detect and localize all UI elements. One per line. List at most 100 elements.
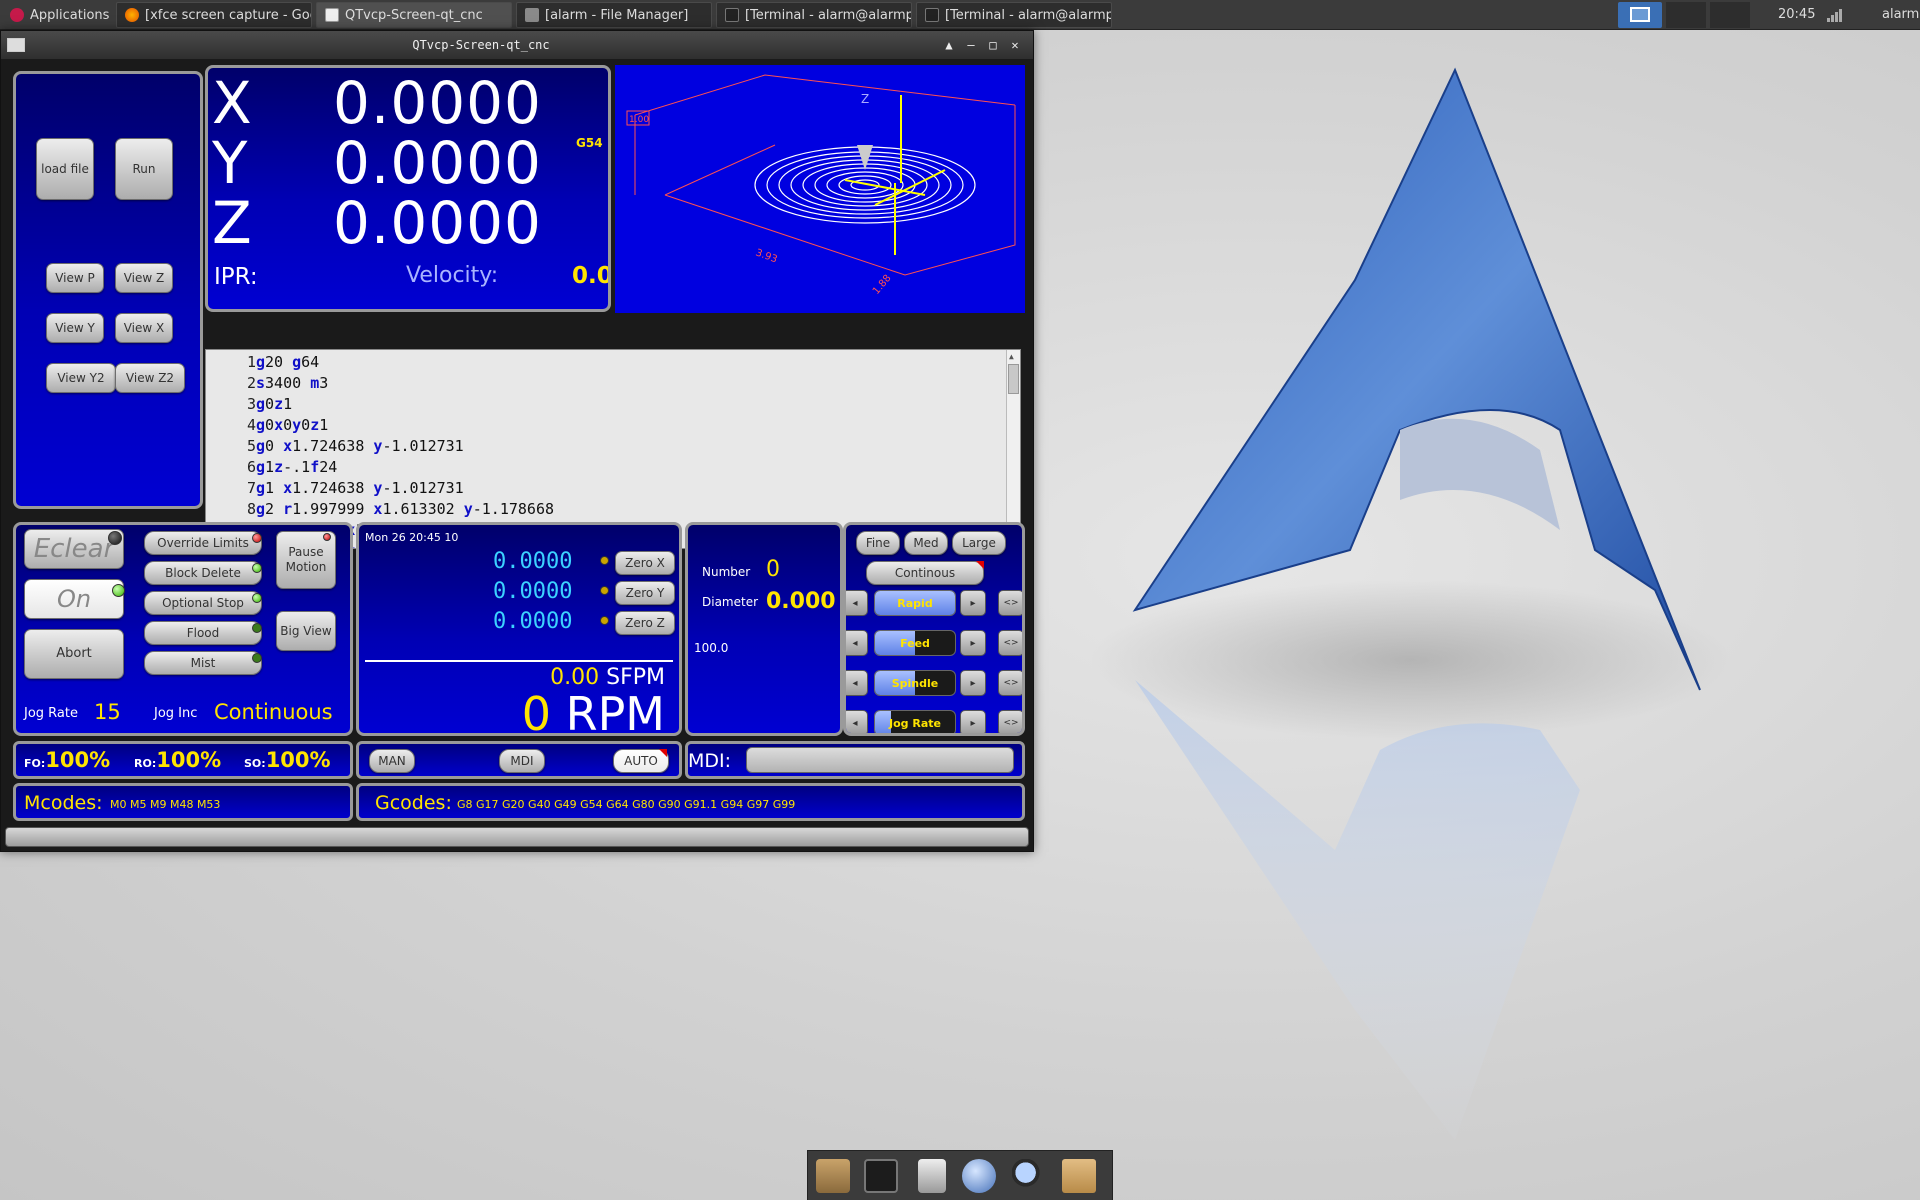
spindle-dec-arrow[interactable]: ◂ [846, 670, 868, 696]
view-y2-button[interactable]: View Y2 [46, 363, 116, 393]
workspace-2[interactable] [1666, 2, 1706, 28]
load-file-button[interactable]: load file [36, 138, 94, 200]
scroll-thumb[interactable] [1008, 364, 1019, 394]
big-view-button[interactable]: Big View [276, 611, 336, 651]
mdi-input[interactable] [746, 747, 1014, 773]
gcode-line[interactable]: 3g0z1 [206, 394, 1020, 415]
abort-button[interactable]: Abort [24, 629, 124, 679]
gcode-line-number: 1 [246, 353, 256, 371]
jog-inc-label: Jog Inc [154, 706, 198, 721]
gcode-preview[interactable]: Z 1.00 3.93 1.88 [615, 65, 1025, 313]
optional-stop-button[interactable]: Optional Stop [144, 591, 262, 615]
gcode-line[interactable]: 2s3400 m3 [206, 373, 1020, 394]
flood-button[interactable]: Flood [144, 621, 262, 645]
web-browser-icon[interactable] [962, 1159, 996, 1193]
gcode-line[interactable]: 6g1z-.1f24 [206, 457, 1020, 478]
jograte-slider[interactable]: Jog Rate [874, 710, 956, 733]
gcode-value: 1 [265, 458, 275, 476]
zero-y-button[interactable]: Zero Y [615, 581, 675, 605]
zero-z-button[interactable]: Zero Z [615, 611, 675, 635]
gcode-value: 1.613302 [382, 500, 464, 518]
clock[interactable]: 20:45 [1778, 7, 1815, 22]
applications-menu[interactable]: Applications [2, 2, 110, 28]
gcode-editor[interactable]: 1g20 g64 2s3400 m3 3g0z1 4g0x0y0z1 5g0 x1.72… [205, 349, 1021, 549]
view-z2-button[interactable]: View Z2 [115, 363, 185, 393]
maximize-icon[interactable]: □ [985, 37, 1001, 53]
view-x-button[interactable]: View X [115, 313, 173, 343]
dro-z-label: Z [212, 189, 252, 257]
spindle-inc-arrow[interactable]: ▸ [960, 670, 986, 696]
jograte-dec-arrow[interactable]: ◂ [846, 710, 868, 733]
gcode-word: g [256, 500, 266, 518]
scroll-up-icon[interactable]: ▲ [1009, 352, 1014, 361]
jograte-inc-arrow[interactable]: ▸ [960, 710, 986, 733]
jog-med-button[interactable]: Med [904, 531, 948, 555]
view-p-button[interactable]: View P [46, 263, 104, 293]
status-panel: Mon 26 20:45 10 0.0000 0.0000 0.0000 Zer… [356, 522, 682, 736]
override-limits-button[interactable]: Override Limits [144, 531, 262, 555]
task-label: [Terminal - alarm@alarmpi:... [945, 7, 1112, 23]
gcodes-list: G8 G17 G20 G40 G49 G54 G64 G80 G90 G91.1… [457, 798, 796, 811]
view-z-button[interactable]: View Z [115, 263, 173, 293]
velocity-label: Velocity: [406, 263, 499, 288]
window-titlebar[interactable]: QTvcp-Screen-qt_cnc ▲ – □ ✕ [1, 31, 1033, 59]
file-cabinet-icon[interactable] [918, 1159, 946, 1193]
rapid-dec-arrow[interactable]: ◂ [846, 590, 868, 616]
workspace-3[interactable] [1710, 2, 1750, 28]
minimize-icon[interactable]: – [963, 37, 979, 53]
network-icon[interactable] [1826, 7, 1842, 23]
task-chrome[interactable]: [xfce screen capture - Googl... [116, 2, 312, 28]
task-label: [xfce screen capture - Googl... [145, 7, 311, 23]
terminal-icon[interactable] [864, 1159, 898, 1193]
jog-panel: Fine Med Large Continous ◂ Rapid ▸ <> ◂ … [843, 522, 1025, 736]
task-file-manager[interactable]: [alarm - File Manager] [516, 2, 712, 28]
close-icon[interactable]: ✕ [1007, 37, 1023, 53]
search-icon[interactable] [1012, 1159, 1046, 1193]
gcode-line[interactable]: 1g20 g64 [206, 352, 1020, 373]
folder-icon[interactable] [1062, 1159, 1096, 1193]
gcode-line-number: 6 [246, 458, 256, 476]
power-button[interactable]: On [24, 579, 124, 619]
feed-slider[interactable]: Feed [874, 630, 956, 656]
user-label[interactable]: alarm [1882, 7, 1919, 22]
gcode-scrollbar[interactable]: ▲ ▼ [1006, 350, 1020, 548]
gcode-line[interactable]: 8g2 r1.997999 x1.613302 y-1.178668 [206, 499, 1020, 520]
task-qtvcp[interactable]: QTvcp-Screen-qt_cnc [316, 2, 512, 28]
rel-z-value: 0.0000 [493, 609, 573, 634]
zero-x-button[interactable]: Zero X [615, 551, 675, 575]
task-terminal-1[interactable]: [Terminal - alarm@alarmpi:... [716, 2, 912, 28]
gcode-word: g [292, 353, 302, 371]
feed-dec-arrow[interactable]: ◂ [846, 630, 868, 656]
rapid-slider[interactable]: Rapid [874, 590, 956, 616]
block-delete-button[interactable]: Block Delete [144, 561, 262, 585]
jograte-swap-button[interactable]: <> [998, 710, 1022, 733]
mist-button[interactable]: Mist [144, 651, 262, 675]
mdi-bar: MDI: [685, 741, 1025, 779]
spindle-slider[interactable]: Spindle [874, 670, 956, 696]
gcode-line[interactable]: 5g0 x1.724638 y-1.012731 [206, 436, 1020, 457]
jog-fine-button[interactable]: Fine [856, 531, 900, 555]
view-y-button[interactable]: View Y [46, 313, 104, 343]
qtvcp-window: QTvcp-Screen-qt_cnc ▲ – □ ✕ load file Ru… [0, 30, 1034, 852]
gcode-word: g [256, 458, 266, 476]
gcode-value: 1.997999 [292, 500, 374, 518]
feed-swap-button[interactable]: <> [998, 630, 1022, 656]
feed-inc-arrow[interactable]: ▸ [960, 630, 986, 656]
spindle-swap-button[interactable]: <> [998, 670, 1022, 696]
rapid-swap-button[interactable]: <> [998, 590, 1022, 616]
jog-large-button[interactable]: Large [952, 531, 1006, 555]
rapid-inc-arrow[interactable]: ▸ [960, 590, 986, 616]
tool-number-label: Number [702, 565, 751, 579]
gcode-line[interactable]: 4g0x0y0z1 [206, 415, 1020, 436]
keep-above-icon[interactable]: ▲ [941, 37, 957, 53]
task-terminal-2[interactable]: [Terminal - alarm@alarmpi:... [916, 2, 1112, 28]
terminal-icon [725, 8, 739, 22]
man-mode-button[interactable]: MAN [369, 749, 415, 773]
home-folder-icon[interactable] [816, 1159, 850, 1193]
gcode-line[interactable]: 7g1 x1.724638 y-1.012731 [206, 478, 1020, 499]
jog-continuous-button[interactable]: Continous [866, 561, 984, 585]
run-button[interactable]: Run [115, 138, 173, 200]
gcode-value: -.1 [283, 458, 311, 476]
workspace-switcher[interactable] [1618, 2, 1662, 28]
mdi-mode-button[interactable]: MDI [499, 749, 545, 773]
